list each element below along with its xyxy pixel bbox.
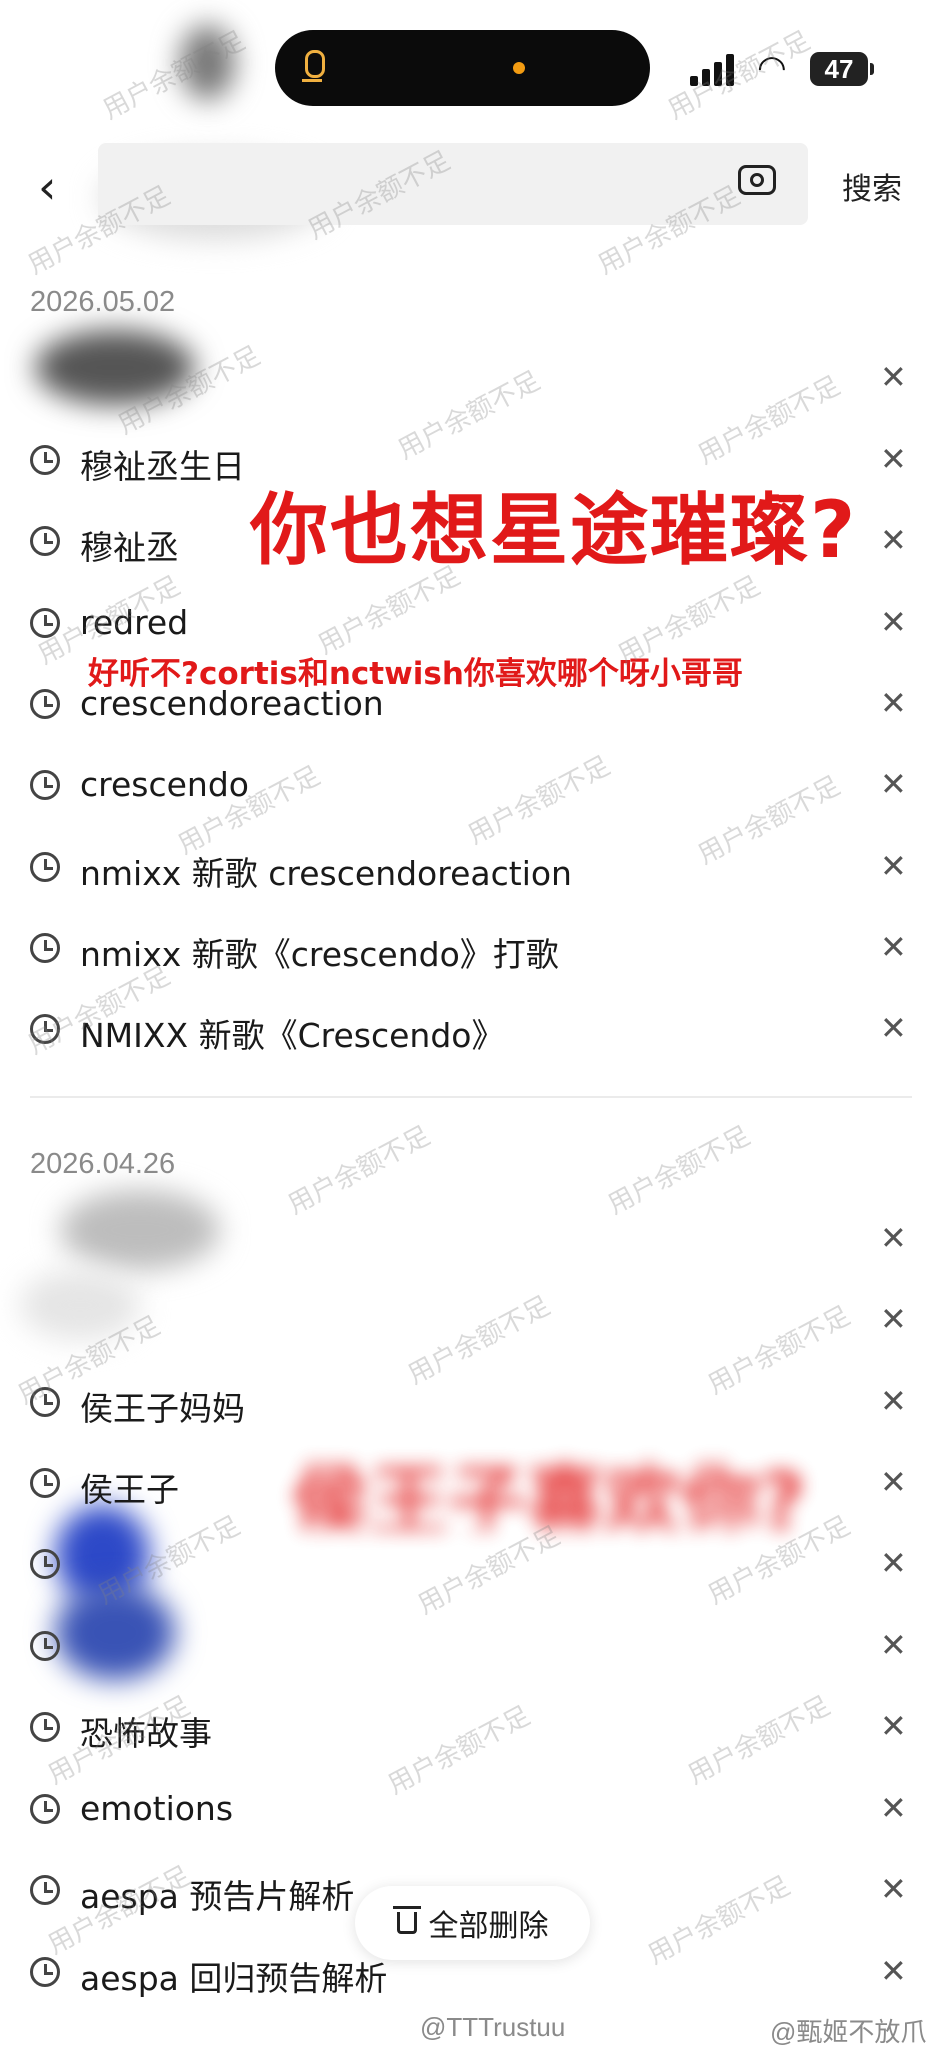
close-icon[interactable]: ✕	[880, 848, 907, 884]
history-label: 侯王子妈妈	[80, 1389, 245, 1428]
history-label: nmixx 新歌 crescendoreaction	[80, 854, 572, 893]
clock-icon	[30, 770, 60, 800]
history-row[interactable]: ✕	[0, 1200, 942, 1280]
close-icon[interactable]: ✕	[880, 766, 907, 802]
history-label: 恐怖故事	[80, 1714, 212, 1753]
close-icon[interactable]: ✕	[880, 929, 907, 965]
close-icon[interactable]: ✕	[880, 1627, 907, 1663]
recording-dot-icon	[513, 62, 525, 74]
history-label: aespa 回归预告解析	[80, 1959, 388, 1998]
date-header: 2026.05.02	[30, 286, 176, 318]
caption-subline: 好听不?cortis和nctwish你喜欢哪个呀小哥哥	[88, 656, 743, 692]
close-icon[interactable]: ✕	[880, 685, 907, 721]
credit-left: @TTTrustuu	[420, 2012, 566, 2042]
history-label: 穆祉丞生日	[80, 447, 245, 486]
trash-icon	[392, 1906, 421, 1934]
clock-icon	[30, 526, 60, 556]
wifi-icon: ◠	[757, 48, 787, 88]
clock-icon	[30, 933, 60, 963]
history-label: NMIXX 新歌《Crescendo》	[80, 1016, 505, 1055]
caption-masked-headline: 侯王子喜欢你?	[292, 1458, 806, 1530]
history-label: nmixx 新歌《crescendo》打歌	[80, 935, 559, 974]
signal-icon	[690, 52, 736, 86]
history-label: crescendo	[80, 765, 249, 804]
close-icon[interactable]: ✕	[880, 1953, 907, 1989]
close-icon[interactable]: ✕	[880, 522, 907, 558]
clock-icon	[30, 1794, 60, 1824]
clock-icon	[30, 445, 60, 475]
clock-icon	[30, 689, 60, 719]
watermark-text: 用户余额不足	[663, 25, 816, 126]
close-icon[interactable]: ✕	[880, 1545, 907, 1581]
clock-icon	[30, 1631, 60, 1661]
history-row[interactable]: 侯王子妈妈 ✕	[0, 1363, 942, 1443]
clock-icon	[30, 1387, 60, 1417]
chevron-left-icon[interactable]: ‹	[38, 160, 56, 214]
clock-icon	[30, 608, 60, 638]
history-row[interactable]: ✕	[0, 1607, 942, 1687]
clock-icon	[30, 1014, 60, 1044]
close-icon[interactable]: ✕	[880, 1871, 907, 1907]
history-row[interactable]: crescendo ✕	[0, 746, 942, 826]
search-button[interactable]: 搜索	[842, 164, 902, 208]
close-icon[interactable]: ✕	[880, 1301, 907, 1337]
history-row[interactable]: emotions ✕	[0, 1770, 942, 1850]
clock-icon	[30, 852, 60, 882]
clock-icon	[30, 1957, 60, 1987]
camera-icon[interactable]	[738, 165, 776, 195]
history-row[interactable]: nmixx 新歌《crescendo》打歌 ✕	[0, 909, 942, 989]
close-icon[interactable]: ✕	[880, 359, 907, 395]
history-row[interactable]: NMIXX 新歌《Crescendo》 ✕	[0, 990, 942, 1070]
close-icon[interactable]: ✕	[880, 604, 907, 640]
caption-headline: 你也想星途璀璨?	[250, 486, 858, 576]
history-label: 侯王子	[80, 1470, 179, 1509]
history-row[interactable]: 恐怖故事 ✕	[0, 1688, 942, 1768]
history-row[interactable]: ✕	[0, 1281, 942, 1361]
close-icon[interactable]: ✕	[880, 1010, 907, 1046]
microphone-icon	[302, 50, 325, 82]
credit-right: @甄姬不放爪	[770, 2017, 927, 2047]
clock-icon	[30, 1712, 60, 1742]
history-row[interactable]: ✕	[0, 1525, 942, 1605]
clock-icon	[30, 1549, 60, 1579]
close-icon[interactable]: ✕	[880, 1383, 907, 1419]
close-icon[interactable]: ✕	[880, 1464, 907, 1500]
delete-all-button[interactable]: 全部删除	[355, 1886, 590, 1960]
blurred-region	[180, 25, 235, 100]
clock-icon	[30, 1875, 60, 1905]
date-header: 2026.04.26	[30, 1148, 176, 1180]
close-icon[interactable]: ✕	[880, 441, 907, 477]
clock-icon	[30, 1468, 60, 1498]
history-label: 穆祉丞	[80, 528, 179, 567]
close-icon[interactable]: ✕	[880, 1220, 907, 1256]
search-input[interactable]	[98, 143, 808, 225]
close-icon[interactable]: ✕	[880, 1790, 907, 1826]
close-icon[interactable]: ✕	[880, 1708, 907, 1744]
history-row[interactable]: nmixx 新歌 crescendoreaction ✕	[0, 828, 942, 908]
dynamic-island	[275, 30, 650, 106]
history-label: redred	[80, 603, 189, 642]
delete-all-label: 全部删除	[428, 1909, 549, 1944]
history-label: emotions	[80, 1789, 234, 1828]
history-row[interactable]: ✕	[0, 339, 942, 419]
battery-indicator: 47	[810, 52, 874, 86]
history-label: aespa 预告片解析	[80, 1877, 355, 1916]
section-divider	[30, 1096, 912, 1098]
